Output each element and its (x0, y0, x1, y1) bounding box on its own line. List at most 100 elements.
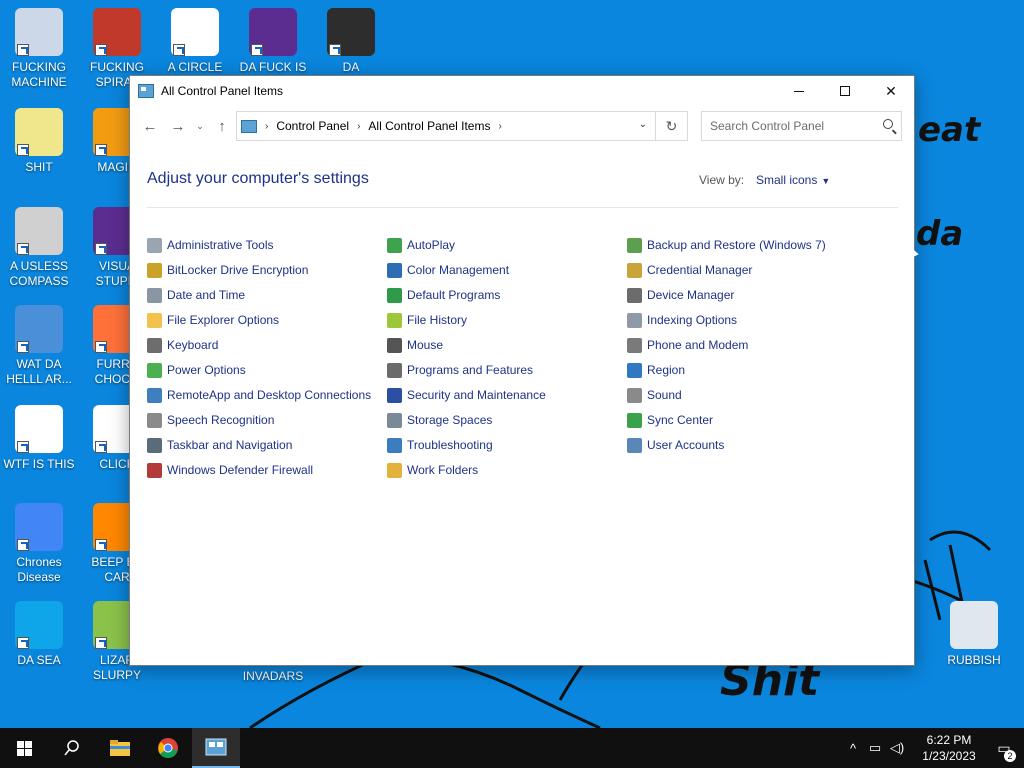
breadcrumb-separator-icon[interactable]: › (498, 121, 501, 132)
page-title: Adjust your computer's settings (147, 170, 369, 187)
control-panel-item-label: AutoPlay (407, 238, 456, 252)
address-dropdown-icon[interactable]: ⌄ (639, 119, 647, 130)
control-panel-item[interactable]: Windows Defender Firewall (147, 461, 313, 479)
control-panel-item-label: Programs and Features (407, 363, 534, 377)
search-taskbar-button[interactable] (48, 728, 96, 768)
view-by-dropdown[interactable]: Small icons ▼ (756, 173, 830, 187)
shortcut-arrow-icon (95, 637, 107, 649)
forward-button[interactable]: → (164, 112, 192, 140)
control-panel-item[interactable]: File Explorer Options (147, 311, 279, 329)
clock[interactable]: 6:22 PM 1/23/2023 (914, 732, 984, 764)
window-titlebar[interactable]: All Control Panel Items ✕ (130, 76, 914, 106)
remoteapp-icon (147, 387, 162, 403)
control-panel-item-label: Phone and Modem (647, 338, 749, 352)
control-panel-item[interactable]: Programs and Features (387, 361, 533, 379)
desktop-icon-image (93, 8, 141, 56)
refresh-button[interactable]: ↻ (656, 111, 688, 141)
action-center-button[interactable]: ▭ 2 (984, 740, 1024, 762)
desktop-icon[interactable]: WTF IS THIS (0, 405, 78, 472)
desktop-icon[interactable]: RUBBISH (935, 601, 1013, 668)
control-panel-item[interactable]: Troubleshooting (387, 436, 493, 454)
control-panel-item-label: Keyboard (167, 338, 219, 352)
shortcut-arrow-icon (95, 441, 107, 453)
desktop-icon[interactable]: FUCKING MACHINE (0, 8, 78, 90)
shortcut-arrow-icon (95, 44, 107, 56)
content-pane: Adjust your computer's settings View by:… (130, 146, 914, 665)
desktop-icon[interactable]: A CIRCLE (156, 8, 234, 75)
chevron-up-icon[interactable]: ^ (842, 741, 864, 756)
control-panel-item[interactable]: Speech Recognition (147, 411, 274, 429)
breadcrumb-all-items[interactable]: All Control Panel Items (368, 119, 490, 133)
desktop-icon-image (249, 8, 297, 56)
up-button[interactable]: ↑ (208, 112, 236, 140)
control-panel-item[interactable]: File History (387, 311, 467, 329)
search-input[interactable] (702, 113, 872, 139)
back-button[interactable]: ← (136, 112, 164, 140)
control-panel-item[interactable]: AutoPlay (387, 236, 455, 254)
recent-locations-button[interactable]: ⌄ (192, 112, 208, 140)
breadcrumb-control-panel[interactable]: Control Panel (276, 119, 349, 133)
navigation-bar: ← → ⌄ ↑ › Control Panel › All Control Pa… (130, 106, 914, 146)
desktop-icon-image (15, 207, 63, 255)
search-icon[interactable] (883, 119, 893, 129)
shortcut-arrow-icon (17, 441, 29, 453)
windows-logo-icon (16, 740, 32, 756)
control-panel-item[interactable]: Device Manager (627, 286, 734, 304)
control-panel-item[interactable]: Power Options (147, 361, 246, 379)
window-controls: ✕ (776, 76, 914, 106)
desktop-icon[interactable]: SHIT (0, 108, 78, 175)
control-panel-item[interactable]: Indexing Options (627, 311, 737, 329)
desktop-icon-label: WAT DA HELLL AR... (6, 357, 72, 386)
refresh-icon: ↻ (665, 117, 678, 134)
control-panel-item[interactable]: Security and Maintenance (387, 386, 546, 404)
volume-icon[interactable]: ◁) (886, 740, 908, 756)
taskbar: ^ ▭ ◁) 6:22 PM 1/23/2023 ▭ 2 (0, 728, 1024, 768)
close-button[interactable]: ✕ (868, 76, 914, 106)
control-panel-item[interactable]: RemoteApp and Desktop Connections (147, 386, 371, 404)
minimize-button[interactable] (776, 76, 822, 106)
control-panel-item[interactable]: Sync Center (627, 411, 713, 429)
desktop-icon[interactable]: A USLESS COMPASS (0, 207, 78, 289)
control-panel-item-label: Troubleshooting (407, 438, 493, 452)
desktop-icon-label: A USLESS COMPASS (9, 259, 69, 288)
control-panel-item[interactable]: Administrative Tools (147, 236, 274, 254)
shortcut-arrow-icon (17, 341, 29, 353)
control-panel-item[interactable]: Sound (627, 386, 682, 404)
control-panel-item-label: Sound (647, 388, 682, 402)
control-panel-item[interactable]: Default Programs (387, 286, 500, 304)
clock-icon (147, 287, 162, 303)
control-panel-item[interactable]: Taskbar and Navigation (147, 436, 292, 454)
control-panel-item[interactable]: Keyboard (147, 336, 218, 354)
control-panel-item[interactable]: Phone and Modem (627, 336, 748, 354)
breadcrumb-separator-icon[interactable]: › (357, 121, 360, 132)
control-panel-item[interactable]: BitLocker Drive Encryption (147, 261, 308, 279)
desktop-icon-image (15, 601, 63, 649)
control-panel-item[interactable]: Date and Time (147, 286, 245, 304)
control-panel-item[interactable]: Region (627, 361, 685, 379)
control-panel-item[interactable]: Storage Spaces (387, 411, 492, 429)
control-panel-item[interactable]: Backup and Restore (Windows 7) (627, 236, 826, 254)
control-panel-item[interactable]: Work Folders (387, 461, 478, 479)
desktop-icon[interactable]: DA SEA (0, 601, 78, 668)
control-panel-item[interactable]: Color Management (387, 261, 509, 279)
chrome-button[interactable] (144, 728, 192, 768)
control-panel-item[interactable]: Credential Manager (627, 261, 752, 279)
color-management-icon (387, 262, 402, 278)
breadcrumb-separator-icon[interactable]: › (265, 121, 268, 132)
desktop-icon[interactable]: DA FUCK IS (234, 8, 312, 75)
start-button[interactable] (0, 728, 48, 768)
control-panel-taskbar-button[interactable] (192, 728, 240, 768)
taskbar-icon (147, 437, 162, 453)
network-icon[interactable]: ▭ (864, 740, 886, 756)
control-panel-item[interactable]: Mouse (387, 336, 443, 354)
search-box[interactable] (701, 111, 902, 141)
address-bar[interactable]: › Control Panel › All Control Panel Item… (236, 111, 656, 141)
maximize-button[interactable] (822, 76, 868, 106)
desktop-icon[interactable]: WAT DA HELLL AR... (0, 305, 78, 387)
control-panel-item[interactable]: User Accounts (627, 436, 724, 454)
control-panel-item-label: Color Management (407, 263, 510, 277)
desktop-icon-label: DA FUCK IS (239, 60, 307, 74)
wallpaper-word: da (916, 214, 964, 254)
desktop-icon[interactable]: Chrones Disease (0, 503, 78, 585)
file-explorer-button[interactable] (96, 728, 144, 768)
